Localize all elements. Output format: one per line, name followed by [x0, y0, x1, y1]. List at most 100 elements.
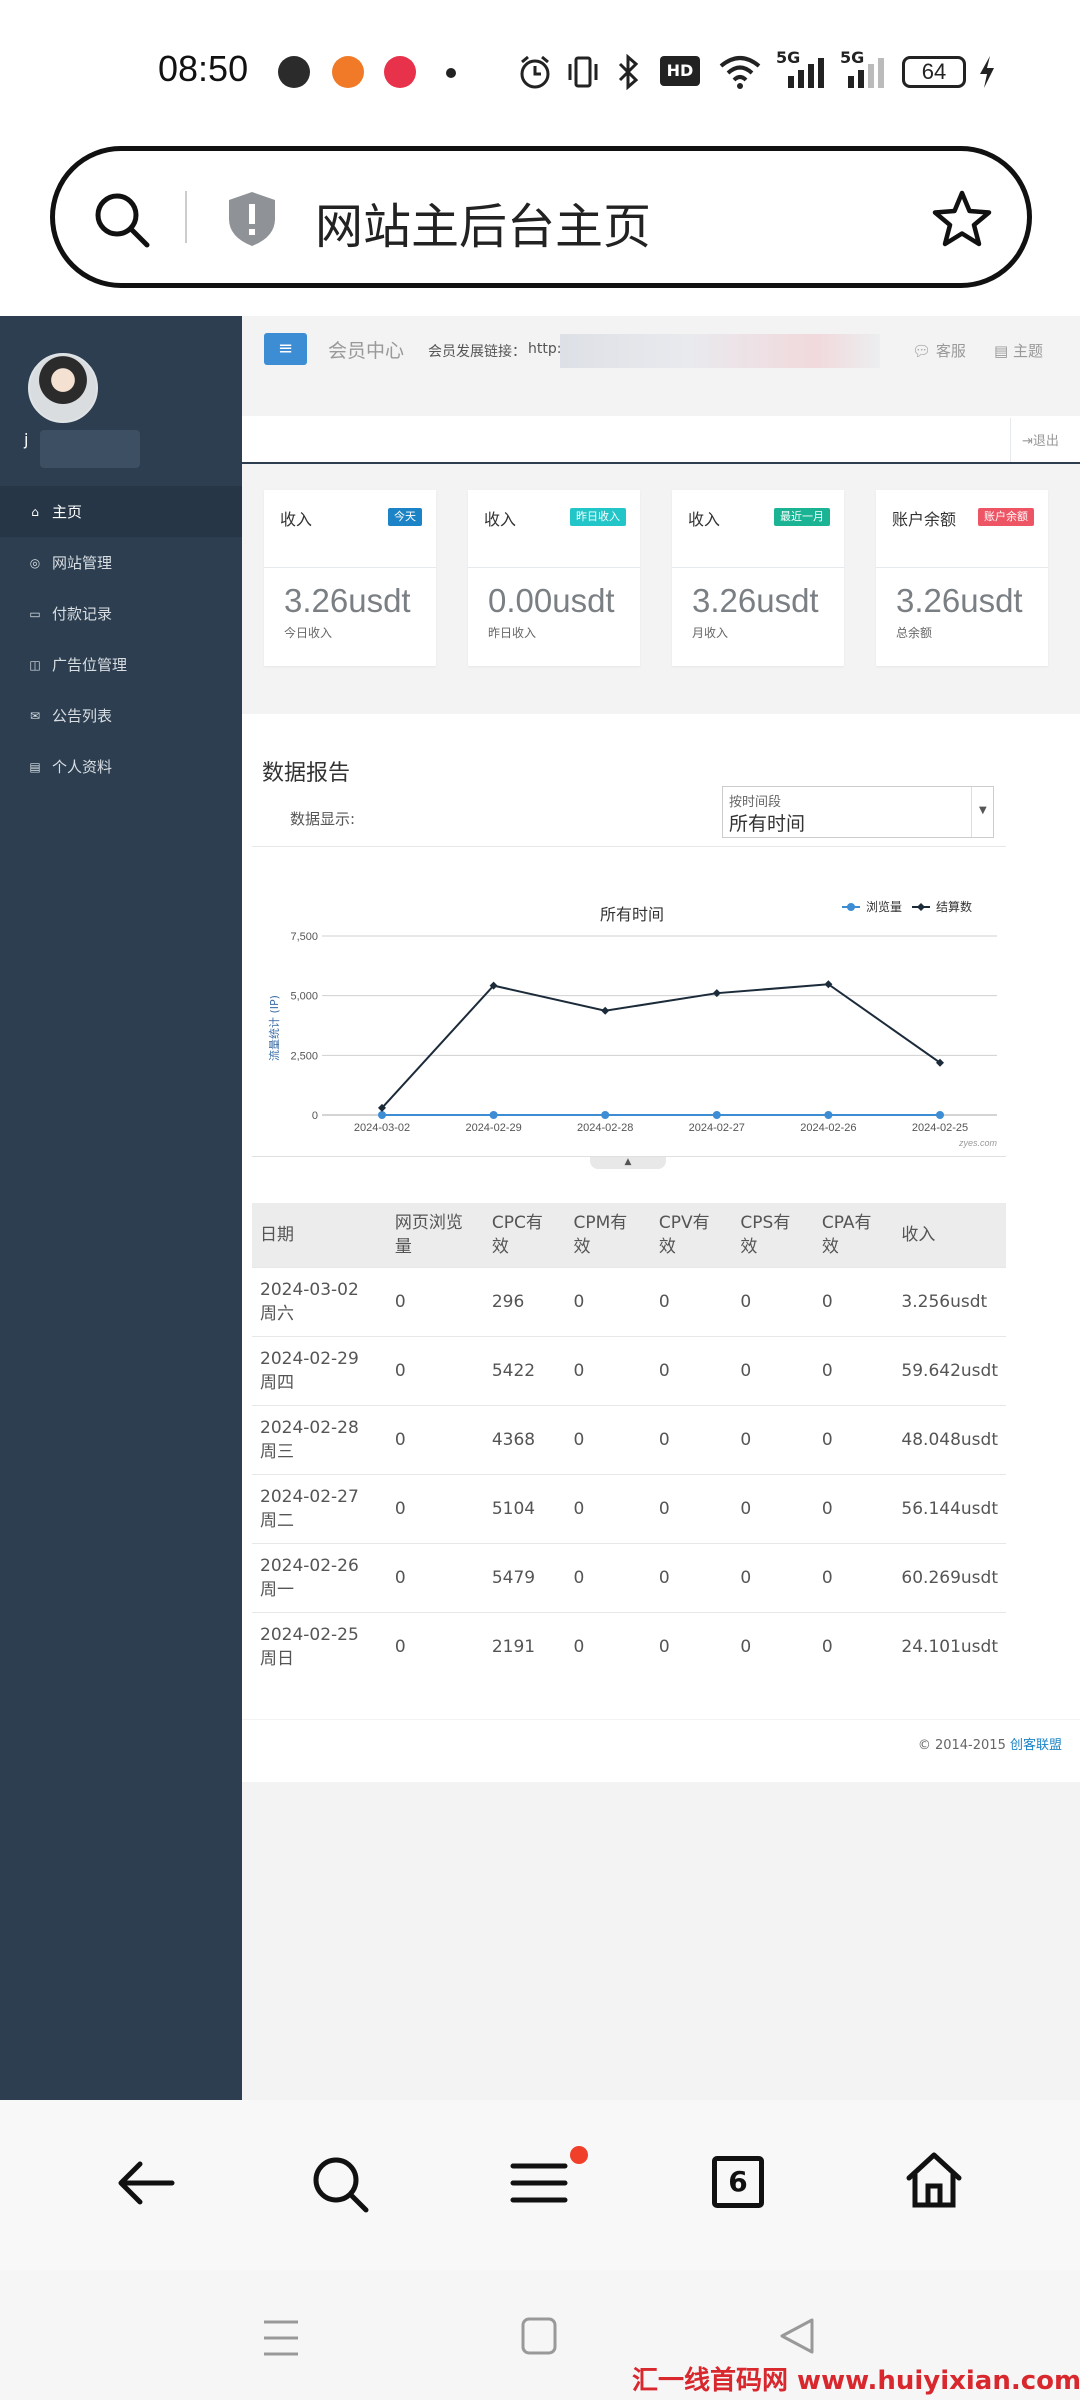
- menu-icon[interactable]: [510, 2158, 568, 2208]
- columns-icon: ◫: [29, 657, 41, 672]
- card-title: 收入: [484, 510, 517, 529]
- column-header[interactable]: 网页浏览量: [386, 1203, 484, 1268]
- username: j: [24, 430, 29, 449]
- sidebar-item-sites[interactable]: ◎ 网站管理: [0, 537, 242, 588]
- logout-button[interactable]: ⇥退出: [1022, 430, 1059, 449]
- x-tick-label: 2024-02-28: [577, 1122, 633, 1134]
- charging-icon: [980, 56, 994, 88]
- card-subtitle: 月收入: [692, 626, 729, 640]
- card-value: 3.26usdt: [896, 582, 1023, 619]
- y-tick-label: 0: [312, 1110, 318, 1122]
- x-tick-label: 2024-02-26: [800, 1122, 856, 1134]
- video-app-icon: [384, 56, 416, 88]
- table-cell: 60.269usdt: [893, 1543, 1006, 1613]
- x-tick-label: 2024-02-27: [689, 1122, 745, 1134]
- username-redacted: [40, 430, 140, 468]
- service-link[interactable]: 💬︎ 客服: [912, 340, 966, 361]
- logout-label: 退出: [1032, 434, 1059, 449]
- id-card-icon: ▤: [29, 759, 41, 774]
- chart-collapse-handle[interactable]: ▲: [590, 1157, 666, 1169]
- table-cell: 59.642usdt: [893, 1336, 1006, 1406]
- signal-bars-icon-2: [848, 58, 884, 88]
- brand-link[interactable]: 创客联盟: [1010, 1738, 1062, 1753]
- column-header[interactable]: CPC有效: [483, 1203, 566, 1268]
- back-arrow-icon[interactable]: [116, 2158, 176, 2208]
- sidebar-item-ad-slots[interactable]: ◫ 广告位管理: [0, 639, 242, 690]
- line-chart: 所有时间 0 2,500 5,000 7,500 流量统计 (IP) 2024-03-02 2…: [267, 899, 997, 1148]
- envelope-icon: ✉: [29, 708, 41, 723]
- recent-apps-icon[interactable]: [262, 2318, 300, 2358]
- card-value: 3.26usdt: [284, 582, 411, 619]
- menu-toggle-button[interactable]: ≡: [264, 333, 307, 365]
- tabs-button[interactable]: 6: [712, 2156, 764, 2208]
- legend-marker: [847, 903, 855, 911]
- table-cell: 3.256usdt: [893, 1267, 1006, 1337]
- star-icon[interactable]: [931, 189, 993, 249]
- theme-label: 主题: [1012, 342, 1043, 360]
- select-value: 所有时间: [729, 813, 806, 835]
- y-axis-label: 流量统计 (IP): [267, 995, 281, 1061]
- home-icon[interactable]: [904, 2150, 964, 2210]
- column-header[interactable]: 收入: [893, 1203, 1006, 1268]
- card-value: 3.26usdt: [692, 582, 819, 619]
- search-icon[interactable]: [310, 2154, 370, 2214]
- column-header[interactable]: CPV有效: [650, 1203, 733, 1268]
- column-header[interactable]: 日期: [252, 1203, 387, 1268]
- legend-label: 结算数: [936, 899, 972, 914]
- menu-notification-dot: [570, 2146, 588, 2164]
- table-cell: 0: [813, 1543, 894, 1613]
- table-row: 2024-02-25 周日 0 2191 0 0 0 0 24.101usdt: [252, 1612, 1006, 1682]
- time-range-select[interactable]: 按时间段 所有时间 ▼: [722, 786, 994, 838]
- data-point: [489, 1111, 498, 1119]
- column-header[interactable]: CPA有效: [813, 1203, 894, 1268]
- sidebar-item-payments[interactable]: ▭ 付款记录: [0, 588, 242, 639]
- y-tick-label: 5,000: [290, 991, 318, 1003]
- home-button-icon[interactable]: [520, 2316, 558, 2356]
- table-cell: 0: [565, 1543, 651, 1613]
- globe-icon: ◎: [29, 555, 41, 570]
- footer-text: © 2014-2015 创客联盟: [918, 1734, 1062, 1753]
- search-icon[interactable]: [93, 191, 151, 249]
- status-bar: 08:50 HD 5G 5G 64: [0, 0, 1080, 140]
- table-cell: 0: [650, 1405, 733, 1475]
- table-cell: 0: [386, 1543, 484, 1613]
- stat-card-today: 收入 今天 3.26usdt 今日收入: [264, 490, 436, 666]
- y-tick-label: 2,500: [290, 1050, 318, 1062]
- table-cell: 2024-02-27 周二: [252, 1474, 387, 1544]
- table-cell: 4368: [483, 1405, 566, 1475]
- legend-label: 浏览量: [866, 899, 902, 914]
- chevron-down-icon: ▼: [979, 805, 987, 816]
- system-nav-bar: 汇一线首码网 www.huiyixian.com: [0, 2270, 1080, 2400]
- table-cell: 0: [732, 1405, 814, 1475]
- data-point: [601, 1006, 610, 1015]
- table-cell: 0: [813, 1336, 894, 1406]
- avatar[interactable]: [28, 353, 98, 423]
- column-header[interactable]: CPM有效: [565, 1203, 651, 1268]
- table-cell: 0: [565, 1612, 651, 1682]
- table-cell: 2191: [483, 1612, 566, 1682]
- legend-marker: [917, 903, 925, 911]
- section-title: 会员中心: [328, 340, 405, 362]
- footer: © 2014-2015 创客联盟: [242, 1720, 1080, 1782]
- service-label: 客服: [935, 342, 966, 360]
- table-cell: 0: [813, 1405, 894, 1475]
- stat-card-balance: 账户余额 账户余额 3.26usdt 总余额: [876, 490, 1048, 666]
- table-cell: 0: [650, 1612, 733, 1682]
- table-cell: 0: [386, 1405, 484, 1475]
- sidebar-item-home[interactable]: ⌂ 主页: [0, 486, 242, 537]
- chart-title: 所有时间: [600, 905, 664, 924]
- address-bar[interactable]: 网站主后台主页: [50, 146, 1032, 288]
- page-title[interactable]: 网站主后台主页: [315, 187, 651, 257]
- theme-link[interactable]: ▤ 主题: [994, 340, 1043, 361]
- table-header-row: 日期 网页浏览量 CPC有效 CPM有效 CPV有效 CPS有效 CPA有效 收…: [252, 1203, 1006, 1268]
- shield-icon[interactable]: [225, 189, 279, 249]
- table-cell: 0: [650, 1543, 733, 1613]
- series-line-1: [381, 983, 941, 1109]
- wifi-icon: [719, 56, 761, 89]
- sidebar-item-profile[interactable]: ▤ 个人资料: [0, 741, 242, 792]
- sidebar-item-label: 广告位管理: [52, 656, 128, 674]
- logout-divider: [1010, 418, 1011, 462]
- back-triangle-icon[interactable]: [778, 2316, 816, 2356]
- sidebar-item-notices[interactable]: ✉ 公告列表: [0, 690, 242, 741]
- column-header[interactable]: CPS有效: [732, 1203, 814, 1268]
